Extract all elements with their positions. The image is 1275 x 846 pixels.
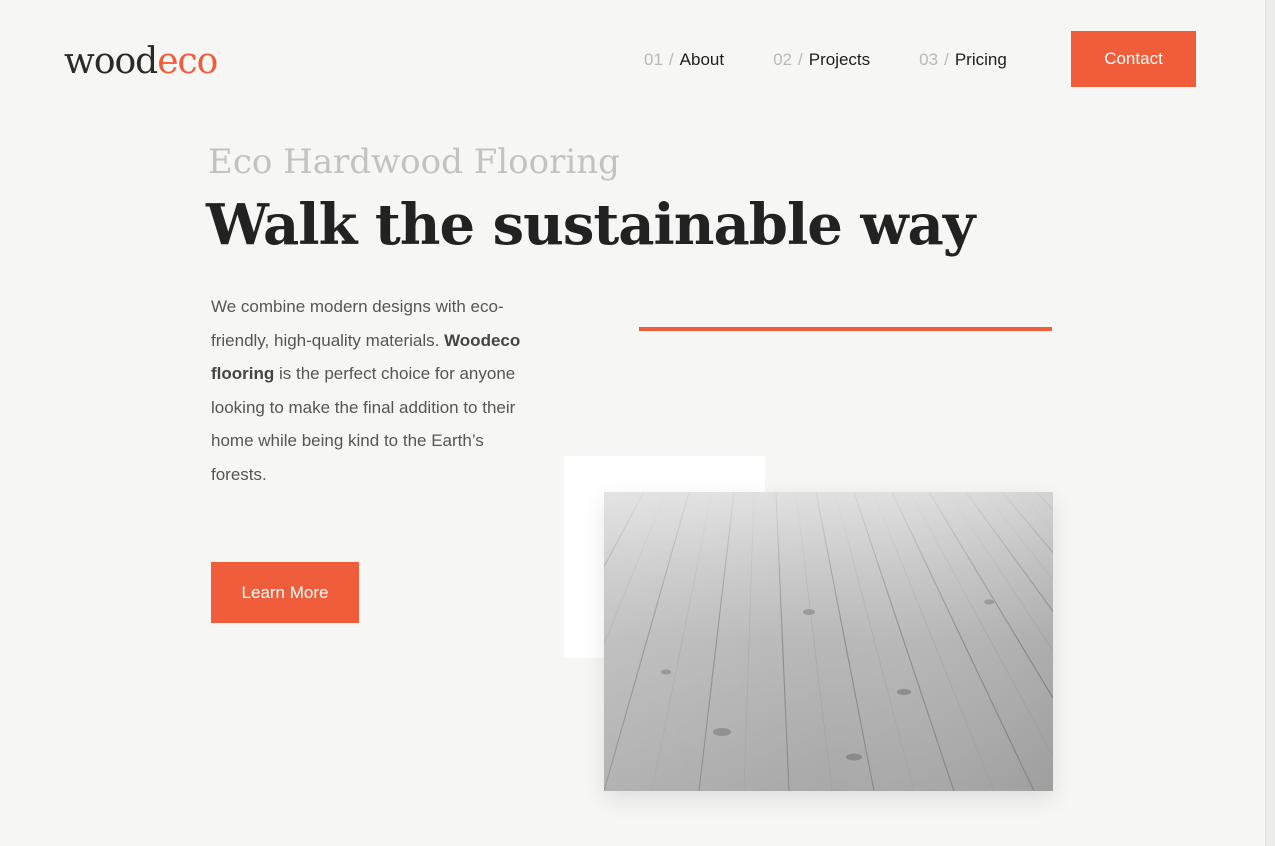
nav-number: 02 (773, 50, 793, 69)
scrollbar[interactable] (1265, 0, 1275, 846)
nav-number: 03 (919, 50, 939, 69)
nav-separator: / (944, 50, 949, 69)
nav-label: About (679, 50, 725, 69)
nav-item-projects[interactable]: 02 / Projects (773, 49, 870, 71)
nav-separator: / (668, 50, 674, 69)
logo-part-wood: wood (64, 41, 158, 82)
hero-headline: Walk the sustainable way (206, 192, 975, 258)
learn-more-button[interactable]: Learn More (211, 562, 359, 623)
nav-item-about[interactable]: 01 / About (644, 49, 724, 71)
main-nav: 01 / About 02 / Projects 03 / Pricing (644, 49, 1007, 71)
nav-item-pricing[interactable]: 03 / Pricing (919, 49, 1007, 71)
contact-button[interactable]: Contact (1071, 31, 1196, 87)
nav-number: 01 (644, 50, 663, 69)
accent-divider (639, 327, 1052, 331)
wood-floor-image (604, 492, 1053, 791)
logo-part-eco: eco (157, 41, 218, 82)
nav-label: Pricing (954, 50, 1007, 69)
hero-description: We combine modern designs with eco-frien… (211, 290, 531, 492)
hero-eyebrow: Eco Hardwood Flooring (208, 142, 620, 182)
nav-label: Projects (808, 50, 871, 69)
nav-separator: / (798, 50, 803, 69)
logo[interactable]: woodeco (64, 40, 218, 84)
